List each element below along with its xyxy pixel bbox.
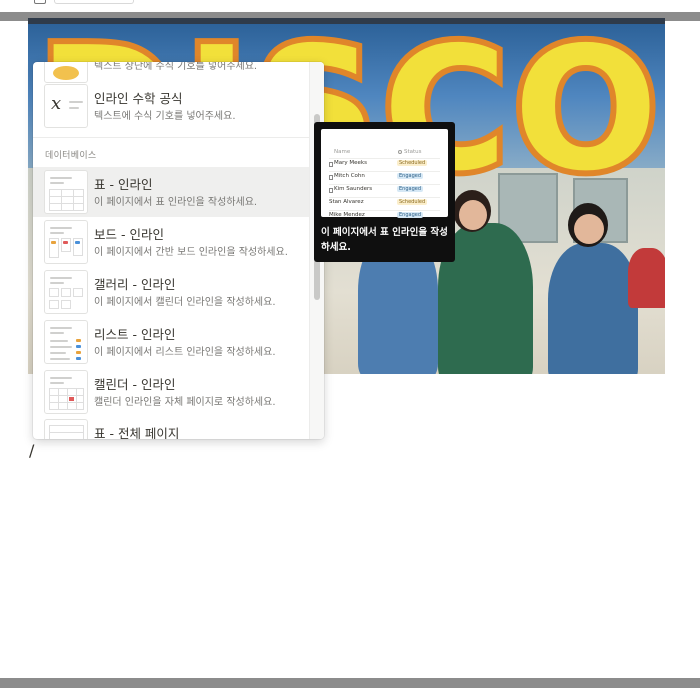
tooltip-description: 이 페이지에서 표 인라인을 작성하세요. xyxy=(321,227,448,253)
menu-scroll-area: 텍스트 상단에 수식 기호를 넣어주세요. 𝑥 인라인 수학 공식 텍스트에 수… xyxy=(33,62,309,439)
table-preview-card: Name Status Mary Meeks Scheduled Mitch C… xyxy=(321,129,448,218)
menu-item-title: 캘린더 - 인라인 xyxy=(94,377,176,392)
menu-item-title: 리스트 - 인라인 xyxy=(94,327,176,342)
menu-item-title: 갤러리 - 인라인 xyxy=(94,277,176,292)
preview-row-divider xyxy=(329,158,440,159)
page-icon xyxy=(329,162,333,167)
preview-row-divider xyxy=(329,184,440,185)
menu-divider xyxy=(33,137,309,138)
menu-item-title: 표 - 전체 페이지 xyxy=(94,426,180,439)
menu-item-table-inline[interactable]: 표 - 인라인 이 페이지에서 표 인라인을 작성하세요. xyxy=(33,167,309,217)
menu-item-list-inline[interactable]: 리스트 - 인라인 이 페이지에서 리스트 인라인을 작성하세요. xyxy=(33,317,309,367)
calendar-inline-icon xyxy=(44,370,88,414)
menu-item-desc: 이 페이지에서 표 인라인을 작성하세요. xyxy=(94,197,258,208)
top-strip xyxy=(0,0,700,12)
menu-item-gallery-inline[interactable]: 갤러리 - 인라인 이 페이지에서 캘린더 인라인을 작성하세요. xyxy=(33,267,309,317)
menu-item-desc: 텍스트 상단에 수식 기호를 넣어주세요. xyxy=(94,62,258,72)
menu-item-inline-math[interactable]: 𝑥 인라인 수학 공식 텍스트에 수식 기호를 넣어주세요. xyxy=(33,81,309,131)
menu-item-title: 표 - 인라인 xyxy=(94,177,153,192)
slash-command-menu[interactable]: 텍스트 상단에 수식 기호를 넣어주세요. 𝑥 인라인 수학 공식 텍스트에 수… xyxy=(33,62,324,439)
list-inline-icon xyxy=(44,320,88,364)
preview-row-name: Mike Mendez xyxy=(329,212,365,218)
preview-tooltip: Name Status Mary Meeks Scheduled Mitch C… xyxy=(314,122,455,262)
dancer-figure xyxy=(628,248,665,308)
inline-equation-icon xyxy=(44,62,88,83)
status-column-icon xyxy=(398,150,402,154)
table-fullpage-icon xyxy=(44,419,88,439)
preview-row-divider xyxy=(329,197,440,198)
preview-row-status: Scheduled xyxy=(397,160,428,166)
preview-row-name: Stan Alvarez xyxy=(329,199,364,205)
gallery-inline-icon xyxy=(44,270,88,314)
preview-row-name: Mary Meeks xyxy=(334,160,367,166)
bottom-divider-bar xyxy=(0,678,700,688)
menu-item-desc: 텍스트에 수식 기호를 넣어주세요. xyxy=(94,111,236,122)
preview-row-status: Engaged xyxy=(397,212,423,218)
table-inline-icon xyxy=(44,170,88,214)
dancer-figure xyxy=(548,243,638,374)
preview-row-status: Scheduled xyxy=(397,199,428,205)
menu-item-title: 인라인 수학 공식 xyxy=(94,91,183,106)
preview-col-status: Status xyxy=(404,149,422,155)
dancer-face xyxy=(574,214,604,244)
section-label-database: 데이터베이스 xyxy=(45,151,97,161)
preview-row-divider xyxy=(329,171,440,172)
menu-item-desc: 캘린더 인라인을 자체 페이지로 작성하세요. xyxy=(94,397,276,408)
preview-row-divider xyxy=(329,210,440,211)
math-formula-icon: 𝑥 xyxy=(44,84,88,128)
menu-item-table-fullpage[interactable]: 표 - 전체 페이지 xyxy=(33,416,309,439)
menu-item-title: 보드 - 인라인 xyxy=(94,227,164,242)
preview-row-status: Engaged xyxy=(397,186,423,192)
page-icon xyxy=(329,175,333,180)
preview-row-status: Engaged xyxy=(397,173,423,179)
menu-item-desc: 이 페이지에서 간반 보드 인라인을 작성하세요. xyxy=(94,247,288,258)
preview-col-name: Name xyxy=(334,149,351,155)
menu-item-board-inline[interactable]: 보드 - 인라인 이 페이지에서 간반 보드 인라인을 작성하세요. xyxy=(33,217,309,267)
slash-command-text: / xyxy=(29,441,35,460)
menu-item-desc: 이 페이지에서 리스트 인라인을 작성하세요. xyxy=(94,347,276,358)
preview-row-name: Mitch Cohn xyxy=(334,173,365,179)
dancer-face xyxy=(459,200,487,230)
preview-row-name: Kim Saunders xyxy=(334,186,373,192)
menu-item-calendar-inline[interactable]: 캘린더 - 인라인 캘린더 인라인을 자체 페이지로 작성하세요. xyxy=(33,367,309,417)
page-icon xyxy=(329,188,333,193)
checkbox-icon[interactable] xyxy=(34,0,46,4)
board-inline-icon xyxy=(44,220,88,264)
menu-item-desc: 이 페이지에서 캘린더 인라인을 작성하세요. xyxy=(94,297,276,308)
top-input-field[interactable] xyxy=(54,0,134,4)
